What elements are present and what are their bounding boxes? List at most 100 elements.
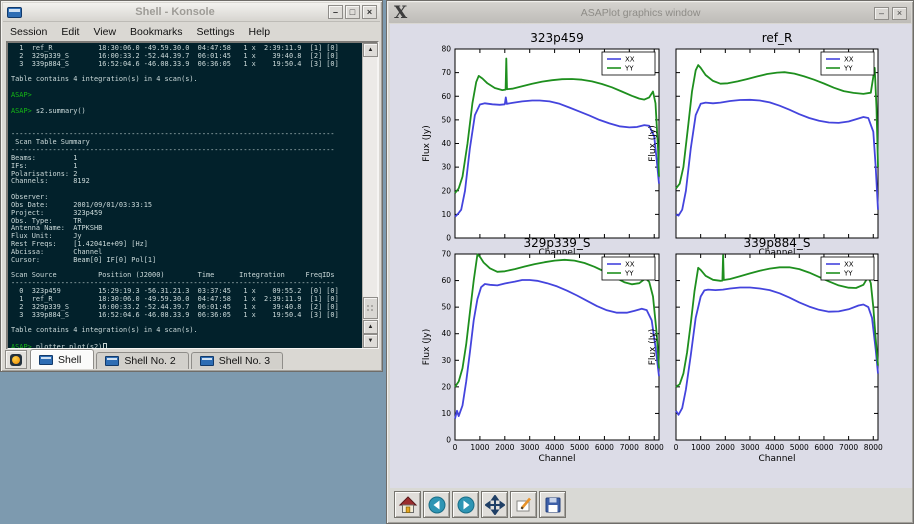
terminal-panel: 1 ref_R 18:30:06.0 -49.59.30.0 04:47:58 … — [6, 41, 379, 350]
menu-item-view[interactable]: View — [86, 25, 123, 39]
axes-frame — [676, 254, 878, 440]
y-axis-label: Flux (Jy) — [648, 329, 658, 366]
terminal-output[interactable]: 1 ref_R 18:30:06.0 -49.59.30.0 04:47:58 … — [8, 43, 362, 348]
konsole-menubar: SessionEditViewBookmarksSettingsHelp — [3, 23, 380, 40]
pan-icon — [485, 495, 505, 515]
konsole-window: Shell - Konsole – □ × SessionEditViewBoo… — [0, 0, 383, 372]
tab-shell-no-2[interactable]: Shell No. 2 — [96, 352, 188, 369]
x-tick-label: 8000 — [645, 443, 664, 452]
close-button[interactable]: × — [892, 7, 907, 20]
terminal-line — [11, 84, 362, 92]
legend: XXYY — [602, 52, 655, 75]
y-tick-label: 40 — [441, 139, 451, 148]
terminal-tab-icon — [39, 355, 53, 365]
pan-button[interactable] — [481, 491, 508, 518]
legend-label: XX — [844, 261, 854, 269]
terminal-scrollbar[interactable]: ▲ ▲ ▼ — [362, 43, 377, 348]
x-tick-label: 3000 — [740, 443, 759, 452]
menu-item-help[interactable]: Help — [242, 25, 278, 39]
asaplot-title: ASAPlot graphics window — [407, 7, 874, 19]
x-tick-label: 2000 — [716, 443, 735, 452]
subplot-ref_R: ref_RChannelFlux (Jy)XXYY — [648, 31, 878, 258]
y-tick-label: 30 — [441, 163, 451, 172]
legend-label: YY — [843, 65, 853, 73]
save-button[interactable] — [539, 491, 566, 518]
subplot-329p339_S: 0100020003000400050006000700080000102030… — [422, 236, 664, 464]
x-tick-label: 6000 — [814, 443, 833, 452]
y-tick-label: 60 — [441, 276, 451, 285]
subplot-title: 329p339_S — [523, 236, 590, 250]
y-tick-label: 0 — [446, 436, 451, 445]
save-icon — [543, 495, 563, 515]
x-tick-label: 6000 — [595, 443, 614, 452]
home-button[interactable] — [394, 491, 421, 518]
forward-button[interactable] — [452, 491, 479, 518]
x-tick-label: 1000 — [691, 443, 710, 452]
legend-label: XX — [625, 261, 635, 269]
scroll-up-icon[interactable]: ▲ — [363, 320, 378, 334]
terminal-window-icon — [7, 7, 22, 18]
x-tick-label: 4000 — [545, 443, 564, 452]
y-axis-label: Flux (Jy) — [422, 329, 432, 366]
scrollbar-thumb[interactable] — [363, 297, 378, 319]
configure-subplots-button[interactable] — [510, 491, 537, 518]
desktop: Shell - Konsole – □ × SessionEditViewBoo… — [0, 0, 914, 524]
legend-label: XX — [625, 56, 635, 64]
tab-shell-no-3[interactable]: Shell No. 3 — [191, 352, 283, 369]
close-button[interactable]: × — [362, 5, 377, 19]
terminal-line: ASAP> — [11, 92, 362, 100]
asaplot-titlebar[interactable]: X ASAPlot graphics window – × — [389, 3, 911, 23]
plot-canvas[interactable]: 01020304050607080323p459ChannelFlux (Jy)… — [390, 24, 912, 488]
menu-item-settings[interactable]: Settings — [190, 25, 242, 39]
konsole-title: Shell - Konsole — [22, 6, 328, 18]
menu-item-edit[interactable]: Edit — [54, 25, 86, 39]
konsole-tabbar: ShellShell No. 2Shell No. 3 — [3, 349, 380, 369]
maximize-button[interactable]: □ — [345, 5, 360, 19]
legend-label: XX — [844, 56, 854, 64]
legend-label: YY — [624, 270, 634, 278]
konsole-titlebar[interactable]: Shell - Konsole – □ × — [3, 3, 380, 22]
new-session-button[interactable] — [5, 350, 27, 369]
minimize-button[interactable]: – — [874, 7, 889, 20]
back-button[interactable] — [423, 491, 450, 518]
y-tick-label: 20 — [441, 186, 451, 195]
x-tick-label: 0 — [674, 443, 679, 452]
y-tick-label: 30 — [441, 356, 451, 365]
subplot-title: 339p884_S — [743, 236, 810, 250]
y-tick-label: 50 — [441, 303, 451, 312]
minimize-button[interactable]: – — [328, 5, 343, 19]
terminal-tab-icon — [200, 356, 214, 366]
legend: XXYY — [602, 257, 655, 280]
tab-shell[interactable]: Shell — [30, 349, 94, 369]
x-tick-label: 5000 — [570, 443, 589, 452]
x-axis-label: Channel — [759, 454, 796, 464]
terminal-line: ASAP> s2.summary() — [11, 108, 362, 116]
terminal-line: Cursor: Beam[0] IF[0] Pol[1] — [11, 257, 362, 265]
y-tick-label: 10 — [441, 210, 451, 219]
y-tick-label: 70 — [441, 68, 451, 77]
legend: XXYY — [821, 257, 874, 280]
subplot-339p884_S: 010002000300040005000600070008000339p884… — [648, 236, 883, 464]
terminal-line: Table contains 4 integration(s) in 4 sca… — [11, 327, 362, 335]
menu-item-bookmarks[interactable]: Bookmarks — [123, 25, 190, 39]
x-tick-label: 0 — [453, 443, 458, 452]
menu-item-session[interactable]: Session — [3, 25, 54, 39]
y-tick-label: 10 — [441, 409, 451, 418]
terminal-tab-icon — [105, 356, 119, 366]
new-session-icon — [10, 354, 22, 366]
x11-icon: X — [394, 5, 407, 22]
scroll-up-icon[interactable]: ▲ — [363, 43, 378, 57]
back-icon — [427, 495, 447, 515]
axes-frame — [455, 49, 659, 238]
configure-subplots-icon — [514, 495, 534, 515]
subplot-323p459: 01020304050607080323p459ChannelFlux (Jy)… — [422, 31, 659, 258]
scroll-down-icon[interactable]: ▼ — [363, 334, 378, 348]
legend: XXYY — [821, 52, 874, 75]
y-tick-label: 50 — [441, 115, 451, 124]
asaplot-window: X ASAPlot graphics window – × 0 10 20 30 40 5… — [386, 0, 914, 524]
axes-frame — [676, 49, 878, 238]
x-tick-label: 4000 — [765, 443, 784, 452]
x-tick-label: 5000 — [790, 443, 809, 452]
y-axis-label: Flux (Jy) — [648, 125, 658, 162]
x-tick-label: 8000 — [864, 443, 883, 452]
